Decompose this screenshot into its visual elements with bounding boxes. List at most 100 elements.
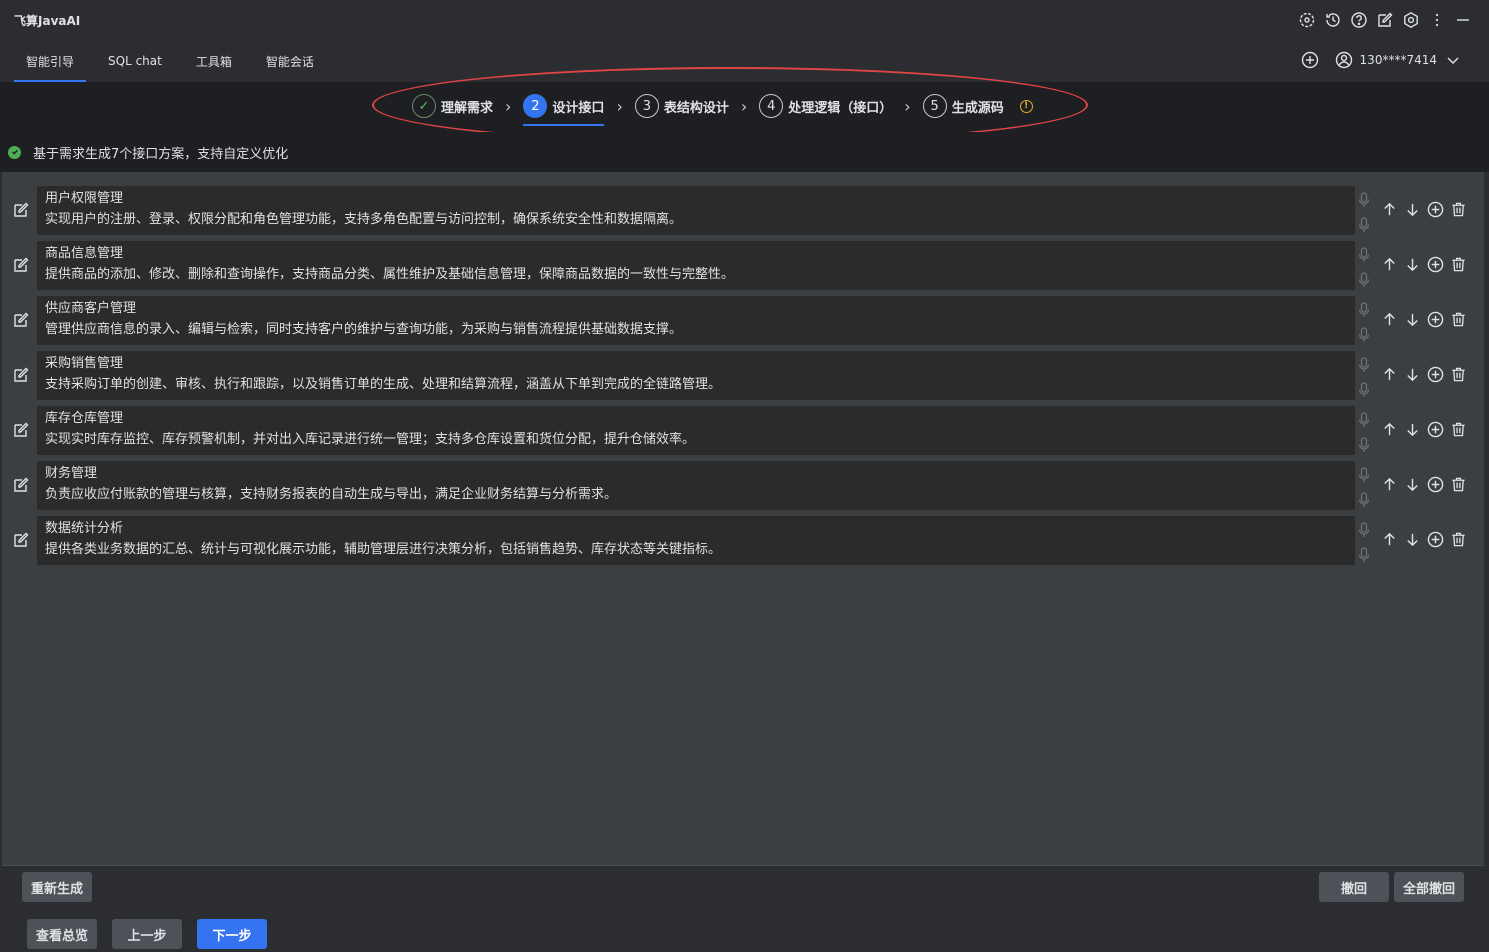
step-table-design[interactable]: 3 表结构设计 [634, 92, 729, 120]
mic-icon[interactable] [1358, 382, 1370, 398]
move-down-icon[interactable] [1403, 529, 1421, 549]
interface-row: 用户权限管理 实现用户的注册、登录、权限分配和角色管理功能，支持多角色配置与访问控… [2, 184, 1484, 235]
mic-icon[interactable] [1358, 272, 1370, 288]
delete-icon[interactable] [1449, 419, 1467, 439]
user-menu[interactable]: 130****7414 [1334, 50, 1463, 70]
panel-footer [2, 865, 1484, 907]
add-circle-icon[interactable] [1426, 199, 1444, 219]
mic-icon[interactable] [1358, 437, 1370, 453]
step-check-icon: ✓ [412, 94, 436, 118]
interface-card[interactable]: 采购销售管理 支持采购订单的创建、审核、执行和跟踪，以及销售订单的生成、处理和结算… [37, 351, 1355, 400]
tab-bar-right: 130****7414 [1300, 50, 1463, 70]
mic-icon[interactable] [1358, 492, 1370, 508]
interface-card[interactable]: 用户权限管理 实现用户的注册、登录、权限分配和角色管理功能，支持多角色配置与访问控… [37, 186, 1355, 235]
delete-icon[interactable] [1449, 474, 1467, 494]
interface-card[interactable]: 库存仓库管理 实现实时库存监控、库存预警机制，并对出入库记录进行统一管理；支持多仓… [37, 406, 1355, 455]
delete-icon[interactable] [1449, 309, 1467, 329]
edit-icon[interactable] [1375, 10, 1395, 30]
move-up-icon[interactable] [1380, 474, 1398, 494]
gear-icon[interactable] [1401, 10, 1421, 30]
regenerate-button[interactable]: 重新生成 [22, 872, 92, 902]
prev-step-button[interactable]: 上一步 [112, 919, 182, 949]
next-step-button[interactable]: 下一步 [197, 919, 267, 949]
tab-toolbox[interactable]: 工具箱 [184, 40, 244, 82]
mic-icon[interactable] [1358, 357, 1370, 373]
settings-cog-icon[interactable] [1297, 10, 1317, 30]
interface-card[interactable]: 数据统计分析 提供各类业务数据的汇总、统计与可视化展示功能，辅助管理层进行决策分析… [37, 516, 1355, 565]
mic-icon[interactable] [1358, 547, 1370, 563]
edit-icon[interactable] [12, 201, 30, 219]
mic-icon[interactable] [1358, 192, 1370, 208]
row-actions [1380, 419, 1467, 439]
undo-all-button[interactable]: 全部撤回 [1394, 872, 1464, 902]
mic-icon[interactable] [1358, 327, 1370, 343]
move-down-icon[interactable] [1403, 364, 1421, 384]
mic-icon[interactable] [1358, 412, 1370, 428]
tab-bar: 智能引导 SQL chat 工具箱 智能会话 [0, 40, 1489, 82]
step-understand-requirements[interactable]: ✓ 理解需求 [412, 92, 493, 120]
mic-icon[interactable] [1358, 302, 1370, 318]
add-circle-icon[interactable] [1426, 364, 1444, 384]
step-process-logic[interactable]: 4 处理逻辑（接口） [759, 92, 892, 120]
interface-card[interactable]: 财务管理 负责应收应付账款的管理与核算，支持财务报表的自动生成与导出，满足企业财务… [37, 461, 1355, 510]
move-up-icon[interactable] [1380, 529, 1398, 549]
interface-description: 支持采购订单的创建、审核、执行和跟踪，以及销售订单的生成、处理和结算流程，涵盖从… [45, 377, 722, 392]
add-circle-icon[interactable] [1300, 50, 1320, 70]
interface-description: 提供商品的添加、修改、删除和查询操作，支持商品分类、属性维护及基础信息管理，保障… [45, 267, 735, 282]
move-up-icon[interactable] [1380, 364, 1398, 384]
interface-name: 供应商客户管理 [45, 301, 137, 316]
interface-card[interactable]: 商品信息管理 提供商品的添加、修改、删除和查询操作，支持商品分类、属性维护及基础信… [37, 241, 1355, 290]
delete-icon[interactable] [1449, 529, 1467, 549]
tab-smart-chat[interactable]: 智能会话 [254, 40, 326, 82]
step-design-interface[interactable]: 2 设计接口 [523, 92, 605, 126]
help-icon[interactable] [1349, 10, 1369, 30]
add-circle-icon[interactable] [1426, 254, 1444, 274]
edit-icon[interactable] [12, 366, 30, 384]
history-icon[interactable] [1323, 10, 1343, 30]
edit-icon[interactable] [12, 311, 30, 329]
add-circle-icon[interactable] [1426, 309, 1444, 329]
move-down-icon[interactable] [1403, 309, 1421, 329]
add-circle-icon[interactable] [1426, 419, 1444, 439]
undo-button[interactable]: 撤回 [1319, 872, 1389, 902]
app-title: 飞算JavaAI [14, 13, 81, 28]
move-up-icon[interactable] [1380, 419, 1398, 439]
status-line: 基于需求生成7个接口方案，支持自定义优化 [0, 132, 1489, 172]
delete-icon[interactable] [1449, 254, 1467, 274]
delete-icon[interactable] [1449, 364, 1467, 384]
add-circle-icon[interactable] [1426, 529, 1444, 549]
mic-icon[interactable] [1358, 467, 1370, 483]
edit-icon[interactable] [12, 531, 30, 549]
edit-icon[interactable] [12, 476, 30, 494]
mic-icon[interactable] [1358, 522, 1370, 538]
move-down-icon[interactable] [1403, 419, 1421, 439]
mic-icon[interactable] [1358, 217, 1370, 233]
title-bar: 飞算JavaAI [0, 0, 1489, 40]
interface-card[interactable]: 供应商客户管理 管理供应商信息的录入、编辑与检索，同时支持客户的维护与查询功能，为… [37, 296, 1355, 345]
edit-icon[interactable] [12, 256, 30, 274]
tab-smart-guide[interactable]: 智能引导 [14, 40, 87, 82]
interface-description: 实现用户的注册、登录、权限分配和角色管理功能，支持多角色配置与访问控制，确保系统… [45, 212, 683, 227]
interface-name: 库存仓库管理 [45, 411, 124, 426]
interface-row: 供应商客户管理 管理供应商信息的录入、编辑与检索，同时支持客户的维护与查询功能，为… [2, 294, 1484, 345]
tab-sql-chat[interactable]: SQL chat [96, 40, 174, 82]
step-number: 3 [634, 94, 659, 118]
interface-description: 提供各类业务数据的汇总、统计与可视化展示功能，辅助管理层进行决策分析，包括销售趋… [45, 542, 722, 557]
edit-icon[interactable] [12, 421, 30, 439]
move-up-icon[interactable] [1380, 199, 1398, 219]
minimize-icon[interactable] [1453, 10, 1473, 30]
step-number: 4 [759, 94, 784, 118]
more-vertical-icon[interactable] [1427, 10, 1447, 30]
add-circle-icon[interactable] [1426, 474, 1444, 494]
move-down-icon[interactable] [1403, 474, 1421, 494]
step-label: 表结构设计 [663, 100, 729, 116]
move-down-icon[interactable] [1403, 254, 1421, 274]
delete-icon[interactable] [1449, 199, 1467, 219]
move-up-icon[interactable] [1380, 254, 1398, 274]
warning-icon[interactable]: ! [1019, 99, 1033, 113]
move-up-icon[interactable] [1380, 309, 1398, 329]
overview-button[interactable]: 查看总览 [27, 919, 97, 949]
mic-icon[interactable] [1358, 247, 1370, 263]
step-generate-source[interactable]: 5 生成源码 [922, 92, 1004, 120]
move-down-icon[interactable] [1403, 199, 1421, 219]
